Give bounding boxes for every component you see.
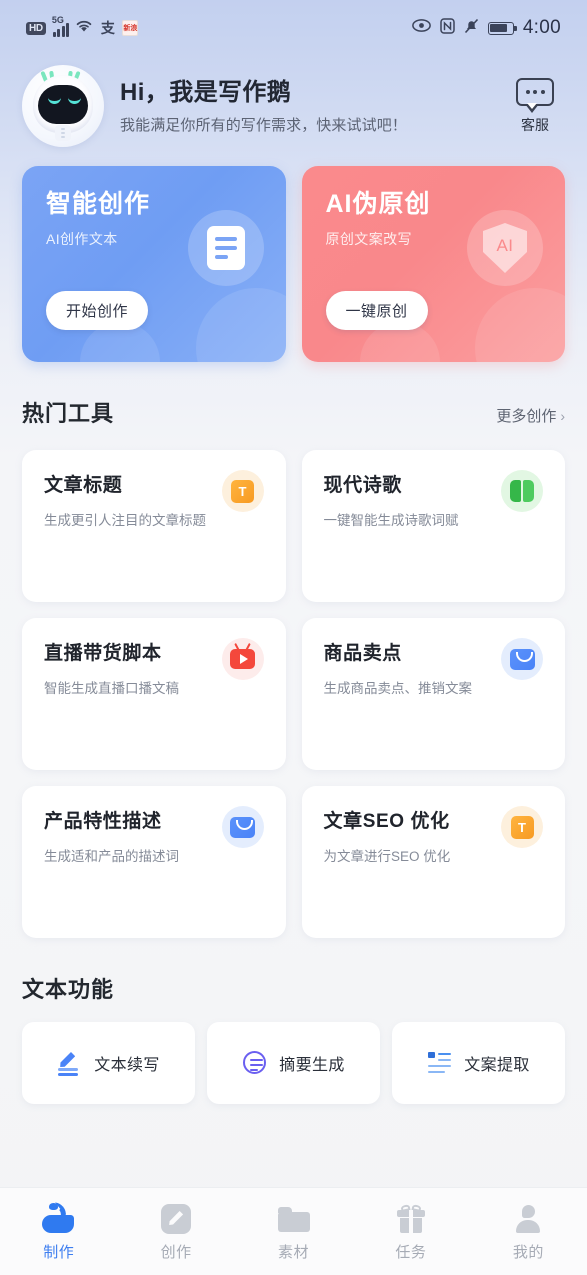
- signal-bars-icon: 5G: [52, 15, 70, 37]
- page-subtitle: 我能满足你所有的写作需求，快来试试吧！: [120, 117, 407, 135]
- section-title-text-functions: 文本功能: [22, 977, 115, 1002]
- chat-bubble-icon: [516, 77, 554, 113]
- bell-muted-icon: [464, 18, 479, 39]
- tool-desc: 智能生成直播口播文稿: [44, 680, 179, 696]
- tab-tasks[interactable]: 任务: [352, 1201, 469, 1262]
- clock: 4:00: [522, 17, 561, 38]
- title-t-icon: T: [221, 470, 264, 512]
- tool-desc: 生成商品卖点、推销文案: [323, 680, 473, 696]
- wifi-icon: [75, 18, 93, 38]
- folder-icon: [235, 1201, 352, 1237]
- tool-desc: 生成更引人注目的文章标题: [44, 512, 206, 528]
- text-function-summary[interactable]: 摘要生成: [207, 1022, 380, 1104]
- hot-tools-header: 热门工具 更多创作 ›: [0, 362, 587, 428]
- text-function-label: 文案提取: [464, 1057, 530, 1074]
- tab-materials[interactable]: 素材: [235, 1201, 352, 1262]
- more-creations-label: 更多创作: [496, 408, 557, 425]
- pencil-square-icon: [117, 1201, 234, 1237]
- open-book-icon: [501, 470, 543, 512]
- title-t-glyph: T: [238, 483, 247, 499]
- tool-card-seo-optimization[interactable]: 文章SEO 优化 为文章进行SEO 优化 T: [301, 786, 565, 938]
- tool-card-product-feature-desc[interactable]: 产品特性描述 生成适和产品的描述词: [22, 786, 286, 938]
- app-screen: HD 5G 支 新浪 4:00 Hi，我是写作鹅 我能满足你所有的写作需求，快来…: [0, 0, 587, 1275]
- tab-label: 创作: [160, 1244, 192, 1261]
- nfc-icon: [440, 17, 455, 39]
- tool-card-product-selling-points[interactable]: 商品卖点 生成商品卖点、推销文案: [301, 618, 565, 770]
- title-t-glyph: T: [518, 819, 526, 835]
- customer-service-button[interactable]: 客服: [505, 77, 565, 135]
- tool-card-article-title[interactable]: 文章标题 生成更引人注目的文章标题 T: [22, 450, 286, 602]
- battery-icon: [487, 21, 517, 35]
- text-functions-header: 文本功能: [0, 938, 587, 1004]
- alipay-icon: 支: [100, 20, 115, 36]
- robot-mascot-avatar: [22, 65, 104, 147]
- tab-label: 我的: [512, 1244, 544, 1261]
- tab-profile[interactable]: 我的: [470, 1201, 587, 1262]
- status-bar: HD 5G 支 新浪 4:00: [0, 0, 587, 56]
- status-bar-right: 4:00: [411, 17, 561, 39]
- banner-title: 智能创作: [46, 190, 151, 218]
- hot-tools-grid: 文章标题 生成更引人注目的文章标题 T 现代诗歌 一键智能生成诗歌词赋 直播带货…: [0, 428, 587, 938]
- hd-badge: HD: [26, 21, 46, 35]
- person-icon: [470, 1201, 587, 1237]
- tab-create[interactable]: 创作: [117, 1201, 234, 1262]
- shopping-bag-icon: [221, 806, 264, 848]
- banner-cta-button[interactable]: 一键原创: [325, 291, 428, 330]
- gift-icon: [352, 1201, 469, 1237]
- shield-ai-label: AI: [496, 236, 514, 255]
- extract-list-icon: [427, 1050, 453, 1076]
- document-icon: [187, 210, 264, 286]
- text-functions-row: 文本续写 摘要生成 文案提取: [0, 1004, 587, 1104]
- section-title-hot-tools: 热门工具: [22, 401, 115, 426]
- title-t-icon: T: [501, 806, 543, 848]
- tab-label: 制作: [43, 1244, 75, 1261]
- text-function-extract[interactable]: 文案提取: [392, 1022, 565, 1104]
- tool-card-modern-poetry[interactable]: 现代诗歌 一键智能生成诗歌词赋: [301, 450, 565, 602]
- banner-ai-rewrite[interactable]: AI伪原创 原创文案改写 AI 一键原创: [301, 166, 565, 362]
- tab-label: 素材: [278, 1244, 310, 1261]
- app-badge-icon: 新浪: [122, 20, 139, 36]
- status-bar-left: HD 5G 支 新浪: [26, 15, 139, 38]
- tab-label: 任务: [395, 1244, 427, 1261]
- shopping-bag-icon: [501, 638, 543, 680]
- tool-card-live-script[interactable]: 直播带货脚本 智能生成直播口播文稿: [22, 618, 286, 770]
- tool-desc: 一键智能生成诗歌词赋: [323, 512, 459, 528]
- decorative-blob: [475, 288, 565, 362]
- text-function-label: 文本续写: [94, 1057, 160, 1074]
- text-function-label: 摘要生成: [279, 1057, 345, 1074]
- more-creations-link[interactable]: 更多创作 ›: [496, 405, 565, 426]
- text-function-continue-writing[interactable]: 文本续写: [22, 1022, 195, 1104]
- app-header: Hi，我是写作鹅 我能满足你所有的写作需求，快来试试吧！ 客服: [0, 56, 587, 152]
- swan-icon: [0, 1201, 117, 1237]
- tool-desc: 为文章进行SEO 优化: [323, 848, 451, 864]
- tab-make[interactable]: 制作: [0, 1201, 117, 1262]
- header-text: Hi，我是写作鹅 我能满足你所有的写作需求，快来试试吧！: [104, 77, 505, 135]
- customer-service-label: 客服: [521, 116, 549, 133]
- eye-icon: [411, 19, 431, 37]
- pencil-write-icon: [57, 1050, 83, 1076]
- shield-ai-icon: AI: [467, 210, 543, 286]
- chevron-right-icon: ›: [560, 408, 565, 424]
- live-tv-icon: [221, 638, 264, 680]
- tool-desc: 生成适和产品的描述词: [44, 848, 179, 864]
- banner-title: AI伪原创: [325, 190, 431, 218]
- decorative-blob: [195, 288, 286, 362]
- bottom-tab-bar: 制作 创作 素材 任务 我的: [0, 1187, 587, 1275]
- summary-circle-icon: [242, 1050, 268, 1076]
- banner-smart-writing[interactable]: 智能创作 AI创作文本 开始创作: [22, 166, 286, 362]
- banner-row: 智能创作 AI创作文本 开始创作 AI伪原创 原创文案改写 AI 一键原创: [0, 152, 587, 362]
- banner-cta-button[interactable]: 开始创作: [46, 291, 149, 330]
- page-title: Hi，我是写作鹅: [120, 78, 292, 106]
